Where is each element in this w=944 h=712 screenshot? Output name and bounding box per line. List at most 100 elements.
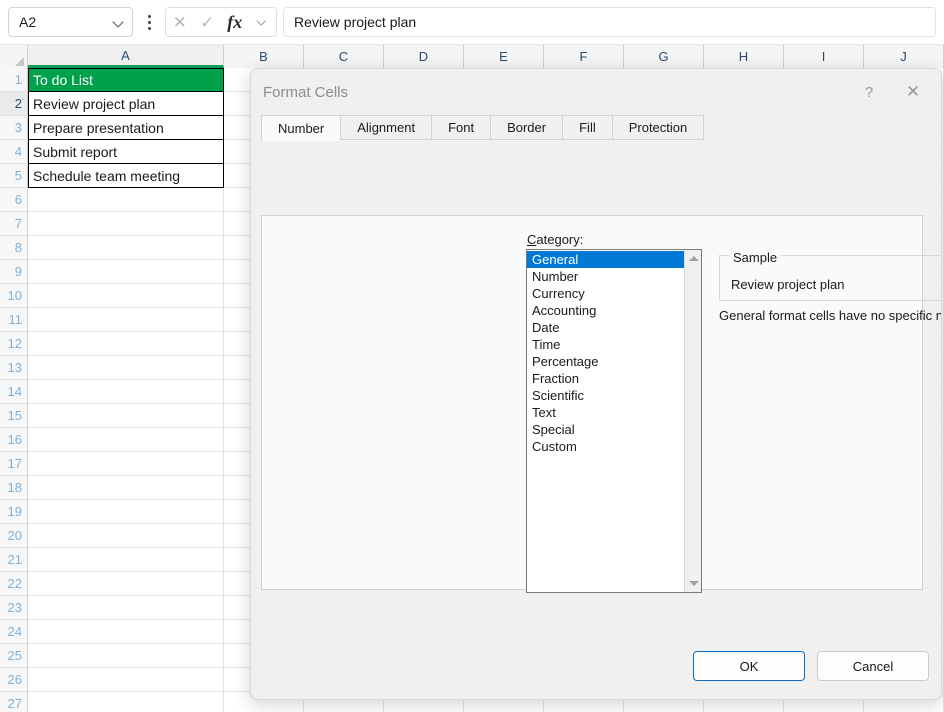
category-item-text[interactable]: Text bbox=[527, 404, 684, 421]
column-header-i[interactable]: I bbox=[784, 45, 864, 68]
category-item-percentage[interactable]: Percentage bbox=[527, 353, 684, 370]
cell-A1[interactable]: To do List bbox=[28, 68, 224, 92]
triangle-down-icon[interactable] bbox=[685, 575, 702, 592]
cell-A3[interactable]: Prepare presentation bbox=[28, 116, 224, 140]
formula-dropdown-icon[interactable] bbox=[251, 14, 273, 31]
row-header-22[interactable]: 22 bbox=[0, 572, 27, 596]
category-item-time[interactable]: Time bbox=[527, 336, 684, 353]
cancel-button[interactable]: Cancel bbox=[817, 651, 929, 681]
row-header-4[interactable]: 4 bbox=[0, 140, 27, 164]
category-item-number[interactable]: Number bbox=[527, 268, 684, 285]
column-header-j[interactable]: J bbox=[864, 45, 944, 68]
column-header-e[interactable]: E bbox=[464, 45, 544, 68]
category-item-general[interactable]: General bbox=[527, 251, 684, 268]
tab-font[interactable]: Font bbox=[431, 115, 491, 140]
cell-A21[interactable] bbox=[28, 548, 224, 572]
cell-A25[interactable] bbox=[28, 644, 224, 668]
chevron-down-icon[interactable] bbox=[112, 15, 126, 29]
cell-A2[interactable]: Review project plan bbox=[28, 92, 224, 116]
row-header-25[interactable]: 25 bbox=[0, 644, 27, 668]
row-header-17[interactable]: 17 bbox=[0, 452, 27, 476]
category-item-fraction[interactable]: Fraction bbox=[527, 370, 684, 387]
row-header-9[interactable]: 9 bbox=[0, 260, 27, 284]
category-item-date[interactable]: Date bbox=[527, 319, 684, 336]
row-header-19[interactable]: 19 bbox=[0, 500, 27, 524]
tab-number[interactable]: Number bbox=[261, 115, 341, 141]
column-header-d[interactable]: D bbox=[384, 45, 464, 68]
cell-A9[interactable] bbox=[28, 260, 224, 284]
insert-function-icon[interactable]: fx bbox=[224, 13, 246, 31]
row-header-13[interactable]: 13 bbox=[0, 356, 27, 380]
row-header-23[interactable]: 23 bbox=[0, 596, 27, 620]
column-header-f[interactable]: F bbox=[544, 45, 624, 68]
category-item-special[interactable]: Special bbox=[527, 421, 684, 438]
confirm-formula-icon[interactable]: ✓ bbox=[196, 14, 218, 31]
tab-border[interactable]: Border bbox=[490, 115, 563, 140]
cancel-formula-icon[interactable]: ✕ bbox=[169, 14, 191, 31]
row-header-10[interactable]: 10 bbox=[0, 284, 27, 308]
row-header-18[interactable]: 18 bbox=[0, 476, 27, 500]
kebab-menu-icon[interactable] bbox=[139, 7, 159, 37]
row-header-20[interactable]: 20 bbox=[0, 524, 27, 548]
help-icon[interactable]: ? bbox=[847, 76, 891, 108]
cell-A27[interactable] bbox=[28, 692, 224, 712]
cell-A11[interactable] bbox=[28, 308, 224, 332]
select-all-corner[interactable] bbox=[0, 45, 28, 68]
row-header-14[interactable]: 14 bbox=[0, 380, 27, 404]
cell-A10[interactable] bbox=[28, 284, 224, 308]
row-header-24[interactable]: 24 bbox=[0, 620, 27, 644]
category-item-custom[interactable]: Custom bbox=[527, 438, 684, 455]
cell-A7[interactable] bbox=[28, 212, 224, 236]
cell-A15[interactable] bbox=[28, 404, 224, 428]
row-header-7[interactable]: 7 bbox=[0, 212, 27, 236]
cell-A18[interactable] bbox=[28, 476, 224, 500]
row-header-21[interactable]: 21 bbox=[0, 548, 27, 572]
name-box[interactable]: A2 bbox=[8, 7, 133, 37]
triangle-up-icon[interactable] bbox=[685, 250, 702, 267]
cell-A13[interactable] bbox=[28, 356, 224, 380]
column-header-b[interactable]: B bbox=[224, 45, 304, 68]
category-item-scientific[interactable]: Scientific bbox=[527, 387, 684, 404]
row-header-27[interactable]: 27 bbox=[0, 692, 27, 712]
row-header-26[interactable]: 26 bbox=[0, 668, 27, 692]
cell-A19[interactable] bbox=[28, 500, 224, 524]
cell-A16[interactable] bbox=[28, 428, 224, 452]
row-header-2[interactable]: 2 bbox=[0, 92, 27, 116]
cell-A26[interactable] bbox=[28, 668, 224, 692]
category-item-accounting[interactable]: Accounting bbox=[527, 302, 684, 319]
row-header-3[interactable]: 3 bbox=[0, 116, 27, 140]
cell-A17[interactable] bbox=[28, 452, 224, 476]
row-header-8[interactable]: 8 bbox=[0, 236, 27, 260]
category-item-currency[interactable]: Currency bbox=[527, 285, 684, 302]
cell-A22[interactable] bbox=[28, 572, 224, 596]
column-header-c[interactable]: C bbox=[304, 45, 384, 68]
cell-A23[interactable] bbox=[28, 596, 224, 620]
column-header-g[interactable]: G bbox=[624, 45, 704, 68]
close-icon[interactable]: ✕ bbox=[891, 76, 935, 108]
row-header-label: 2 bbox=[14, 96, 22, 111]
row-header-16[interactable]: 16 bbox=[0, 428, 27, 452]
row-header-11[interactable]: 11 bbox=[0, 308, 27, 332]
cell-A14[interactable] bbox=[28, 380, 224, 404]
row-header-5[interactable]: 5 bbox=[0, 164, 27, 188]
row-header-12[interactable]: 12 bbox=[0, 332, 27, 356]
category-scrollbar[interactable] bbox=[684, 250, 701, 592]
row-header-6[interactable]: 6 bbox=[0, 188, 27, 212]
cell-A12[interactable] bbox=[28, 332, 224, 356]
tab-fill[interactable]: Fill bbox=[562, 115, 612, 140]
cell-A24[interactable] bbox=[28, 620, 224, 644]
column-header-a[interactable]: A bbox=[28, 45, 224, 68]
column-header-h[interactable]: H bbox=[704, 45, 784, 68]
category-listbox[interactable]: General Number Currency Accounting Date Time P… bbox=[526, 249, 702, 593]
cell-A4[interactable]: Submit report bbox=[28, 140, 224, 164]
cell-A8[interactable] bbox=[28, 236, 224, 260]
ok-button[interactable]: OK bbox=[693, 651, 805, 681]
tab-protection[interactable]: Protection bbox=[611, 115, 705, 140]
tab-alignment[interactable]: Alignment bbox=[340, 115, 432, 140]
cell-A20[interactable] bbox=[28, 524, 224, 548]
cell-A6[interactable] bbox=[28, 188, 224, 212]
row-header-1[interactable]: 1 bbox=[0, 68, 27, 92]
formula-input[interactable]: Review project plan bbox=[283, 7, 936, 37]
cell-A5[interactable]: Schedule team meeting bbox=[28, 164, 224, 188]
row-header-15[interactable]: 15 bbox=[0, 404, 27, 428]
